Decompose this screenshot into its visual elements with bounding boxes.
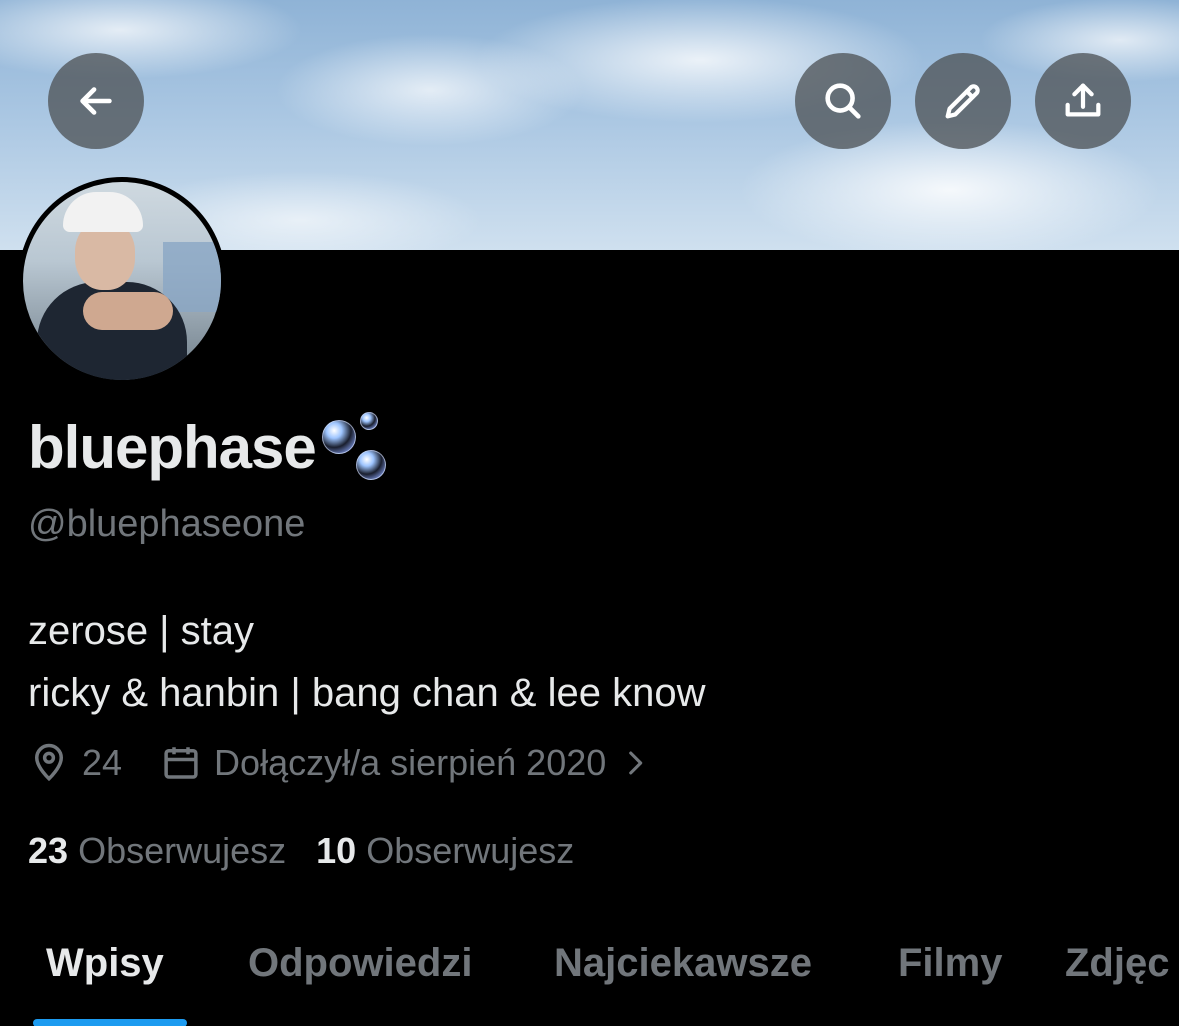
share-button[interactable]	[1035, 53, 1131, 149]
location: 24	[28, 742, 122, 784]
bubbles-emoji	[320, 412, 392, 482]
location-pin-icon	[34, 743, 64, 782]
tab-posts[interactable]: Wpisy	[46, 941, 164, 986]
profile-meta: 24 Dołączył/a sierpień 2020	[28, 742, 652, 784]
avatar-helmet	[63, 192, 143, 232]
tab-videos[interactable]: Filmy	[898, 941, 1002, 986]
bubble-medium	[355, 450, 386, 480]
display-name: bluephase	[28, 413, 317, 481]
tab-replies[interactable]: Odpowiedzi	[248, 941, 472, 986]
joined-text: Dołączył/a sierpień 2020	[214, 742, 607, 783]
bubble-large	[321, 420, 356, 454]
followers-label: Obserwujesz	[366, 830, 575, 871]
pencil-icon	[945, 84, 980, 119]
profile-tabs: Wpisy Odpowiedzi Najciekawsze Filmy Zdję…	[0, 935, 1179, 1026]
edit-button[interactable]	[915, 53, 1011, 149]
active-tab-indicator	[33, 1019, 187, 1026]
avatar-hands	[83, 292, 173, 330]
follow-stats: 23 Obserwujesz 10 Obserwujesz	[28, 830, 574, 872]
search-button[interactable]	[795, 53, 891, 149]
followers-link[interactable]: 10 Obserwujesz	[316, 830, 574, 872]
bio-line: zerose | stay	[28, 609, 255, 653]
display-name-row: bluephase	[28, 412, 392, 482]
following-link[interactable]: 23 Obserwujesz	[28, 830, 286, 872]
chevron-right-icon	[629, 751, 643, 775]
bio-line: ricky & hanbin | bang chan & lee know	[28, 671, 706, 715]
followers-count: 10	[316, 830, 357, 871]
tab-highlights[interactable]: Najciekawsze	[554, 941, 812, 986]
bubble-small	[359, 412, 378, 430]
user-handle: @bluephaseone	[28, 503, 306, 545]
search-icon	[825, 83, 861, 119]
tab-photos[interactable]: Zdjęc	[1065, 941, 1169, 986]
following-label: Obserwujesz	[78, 830, 287, 871]
bio: zerose | stay ricky & hanbin | bang chan…	[28, 600, 705, 724]
following-count: 23	[28, 830, 69, 871]
avatar[interactable]	[18, 177, 226, 385]
joined-date[interactable]: Dołączył/a sierpień 2020	[160, 742, 652, 784]
calendar-icon	[164, 747, 198, 779]
location-text: 24	[82, 742, 123, 783]
back-button[interactable]	[48, 53, 144, 149]
share-icon	[1065, 83, 1101, 117]
arrow-left-icon	[80, 87, 112, 115]
